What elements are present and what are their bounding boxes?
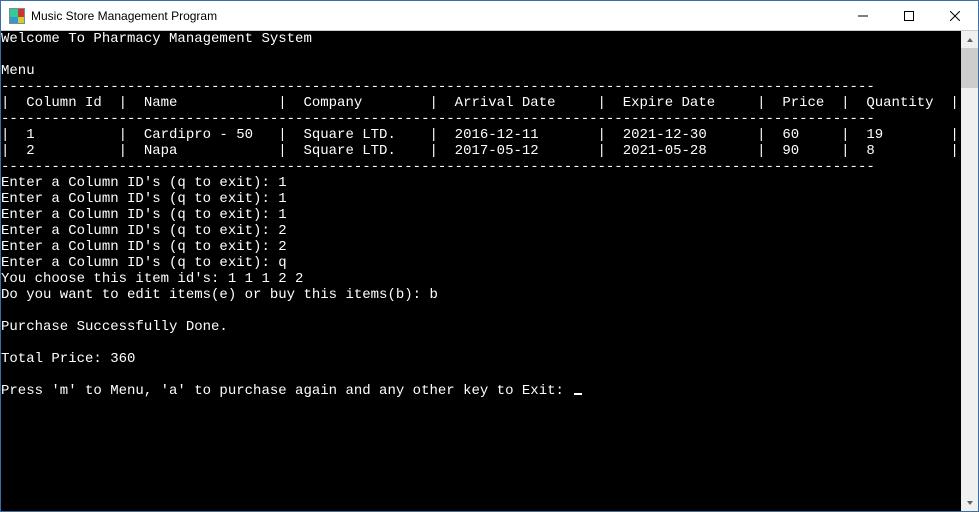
window-controls xyxy=(840,1,978,30)
menu-label: Menu xyxy=(1,63,35,79)
minimize-button[interactable] xyxy=(840,1,886,30)
prompt-line: Enter a Column ID's (q to exit): 2 xyxy=(1,223,287,239)
table-dash: ----------------------------------------… xyxy=(1,79,875,95)
cursor xyxy=(574,393,582,395)
app-window: Music Store Management Program Welcome T… xyxy=(0,0,979,512)
minimize-icon xyxy=(858,11,868,21)
titlebar: Music Store Management Program xyxy=(1,1,978,31)
success-line: Purchase Successfully Done. xyxy=(1,319,228,335)
prompt-line: Enter a Column ID's (q to exit): q xyxy=(1,255,287,271)
maximize-button[interactable] xyxy=(886,1,932,30)
scroll-down-button[interactable] xyxy=(961,494,978,511)
scroll-up-button[interactable] xyxy=(961,31,978,48)
table-row: | 1 | Cardipro - 50 | Square LTD. | 2016… xyxy=(1,127,959,143)
welcome-line: Welcome To Pharmacy Management System xyxy=(1,31,312,47)
scroll-thumb[interactable] xyxy=(961,48,978,88)
chosen-line: You choose this item id's: 1 1 1 2 2 xyxy=(1,271,303,287)
prompt-line: Enter a Column ID's (q to exit): 1 xyxy=(1,175,287,191)
console-output[interactable]: Welcome To Pharmacy Management System Me… xyxy=(1,31,961,511)
chevron-up-icon xyxy=(966,36,974,44)
maximize-icon xyxy=(904,11,914,21)
app-icon xyxy=(9,8,25,24)
prompt-line: Enter a Column ID's (q to exit): 2 xyxy=(1,239,287,255)
close-button[interactable] xyxy=(932,1,978,30)
chevron-down-icon xyxy=(966,499,974,507)
prompt-line: Enter a Column ID's (q to exit): 1 xyxy=(1,191,287,207)
vertical-scrollbar[interactable] xyxy=(961,31,978,511)
table-header: | Column Id | Name | Company | Arrival D… xyxy=(1,95,959,111)
table-row: | 2 | Napa | Square LTD. | 2017-05-12 | … xyxy=(1,143,959,159)
scroll-track[interactable] xyxy=(961,48,978,494)
window-title: Music Store Management Program xyxy=(31,9,840,23)
edit-or-buy-line: Do you want to edit items(e) or buy this… xyxy=(1,287,438,303)
client-area: Welcome To Pharmacy Management System Me… xyxy=(1,31,978,511)
table-dash: ----------------------------------------… xyxy=(1,111,875,127)
total-line: Total Price: 360 xyxy=(1,351,135,367)
nav-prompt: Press 'm' to Menu, 'a' to purchase again… xyxy=(1,383,572,399)
close-icon xyxy=(950,11,960,21)
prompt-line: Enter a Column ID's (q to exit): 1 xyxy=(1,207,287,223)
table-dash: ----------------------------------------… xyxy=(1,159,875,175)
